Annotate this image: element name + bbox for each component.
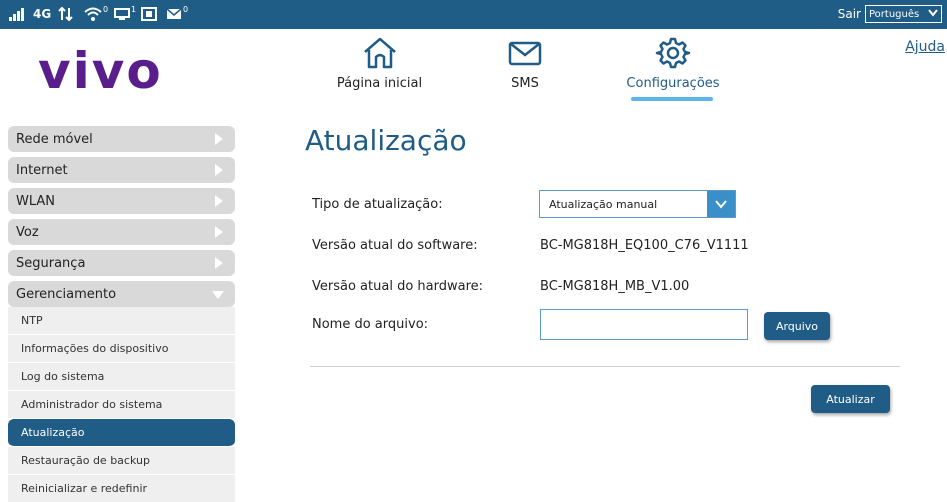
vivo-logo: vivo — [38, 42, 163, 100]
language-select[interactable]: Português — [865, 5, 942, 23]
wifi-count: 0 — [103, 4, 109, 14]
nav-sms-label: SMS — [511, 76, 539, 91]
nav-home-label: Página inicial — [336, 76, 423, 91]
sidebar-subitem-device-info[interactable]: Informações do dispositivo — [8, 335, 235, 363]
sidebar-subitem-update[interactable]: Atualização — [8, 419, 235, 447]
sidebar-item-gerenciamento[interactable]: Gerenciamento — [8, 281, 235, 307]
chevron-down-icon — [928, 8, 938, 20]
software-version-label: Versão atual do software: — [312, 238, 478, 253]
sidebar-item-label: Voz — [16, 224, 39, 240]
divider — [310, 366, 900, 367]
page-title: Atualização — [305, 124, 467, 157]
signal-strength-icon — [8, 5, 26, 23]
active-nav-indicator — [631, 97, 713, 101]
chevron-down-icon[interactable] — [707, 191, 735, 217]
sidebar-subitem-label: Restauração de backup — [21, 454, 150, 467]
filename-label: Nome do arquivo: — [312, 317, 429, 332]
sidebar-subitem-backup-restore[interactable]: Restauração de backup — [8, 447, 235, 475]
update-type-select[interactable]: Atualização manual — [539, 190, 736, 218]
sidebar-item-rede-movel[interactable]: Rede móvel — [8, 126, 235, 152]
envelope-icon — [494, 36, 556, 74]
sidebar-subitem-label: Reinicializar e redefinir — [21, 482, 148, 495]
help-link[interactable]: Ajuda — [905, 39, 945, 55]
chevron-right-icon — [215, 195, 223, 207]
sidebar-subitem-label: Log do sistema — [21, 370, 105, 383]
chevron-right-icon — [215, 257, 223, 269]
sidebar-subitem-system-admin[interactable]: Administrador do sistema — [8, 391, 235, 419]
chevron-right-icon — [215, 226, 223, 238]
update-type-label: Tipo de atualização: — [312, 197, 443, 212]
sidebar-subitem-reboot-reset[interactable]: Reinicializar e redefinir — [8, 475, 235, 502]
nav-sms[interactable]: SMS — [494, 36, 556, 91]
home-icon — [322, 36, 437, 74]
sidebar-item-label: WLAN — [16, 193, 56, 209]
sidebar-item-wlan[interactable]: WLAN — [8, 188, 235, 214]
sidebar-subitem-label: Administrador do sistema — [21, 398, 163, 411]
software-version-value: BC-MG818H_EQ100_C76_V1111 — [540, 238, 749, 253]
sidebar-item-label: Gerenciamento — [16, 286, 117, 302]
sidebar-item-internet[interactable]: Internet — [8, 157, 235, 183]
sidebar-subitem-system-log[interactable]: Log do sistema — [8, 363, 235, 391]
sidebar: Rede móvel Internet WLAN Voz Segurança G… — [8, 126, 235, 502]
chevron-right-icon — [215, 133, 223, 145]
nav-settings-label: Configurações — [626, 76, 720, 91]
chevron-down-icon — [212, 291, 224, 299]
sidebar-item-voz[interactable]: Voz — [8, 219, 235, 245]
sidebar-subitem-label: NTP — [21, 314, 43, 327]
wifi-icon: 0 — [84, 5, 108, 23]
chevron-right-icon — [215, 164, 223, 176]
sidebar-subitem-label: Atualização — [21, 426, 85, 439]
sidebar-item-seguranca[interactable]: Segurança — [8, 250, 235, 276]
update-type-value: Atualização manual — [549, 197, 658, 211]
nav-home[interactable]: Página inicial — [322, 36, 437, 91]
language-value: Português — [869, 8, 920, 20]
connected-devices-icon: 1 — [114, 5, 136, 23]
sd-card-icon — [141, 5, 157, 23]
update-button[interactable]: Atualizar — [811, 385, 890, 413]
sidebar-item-label: Segurança — [16, 255, 86, 271]
gear-icon — [606, 36, 740, 74]
network-type: 4G — [33, 7, 52, 21]
logout-link[interactable]: Sair — [838, 7, 861, 21]
sidebar-subitem-ntp[interactable]: NTP — [8, 307, 235, 335]
data-transfer-icon — [58, 5, 74, 23]
hardware-version-label: Versão atual do hardware: — [312, 279, 484, 294]
sidebar-item-label: Internet — [16, 162, 68, 178]
sms-status-icon: 0 — [166, 5, 188, 23]
choose-file-button[interactable]: Arquivo — [764, 312, 830, 340]
device-count: 1 — [131, 4, 137, 14]
nav-settings[interactable]: Configurações — [606, 36, 740, 91]
sms-count: 0 — [183, 4, 189, 14]
hardware-version-value: BC-MG818H_MB_V1.00 — [540, 279, 690, 294]
status-bar: 4G 0 1 0 Sair Português — [0, 0, 947, 29]
filename-input[interactable] — [540, 309, 748, 340]
sidebar-subitem-label: Informações do dispositivo — [21, 342, 169, 355]
sidebar-item-label: Rede móvel — [16, 131, 93, 147]
